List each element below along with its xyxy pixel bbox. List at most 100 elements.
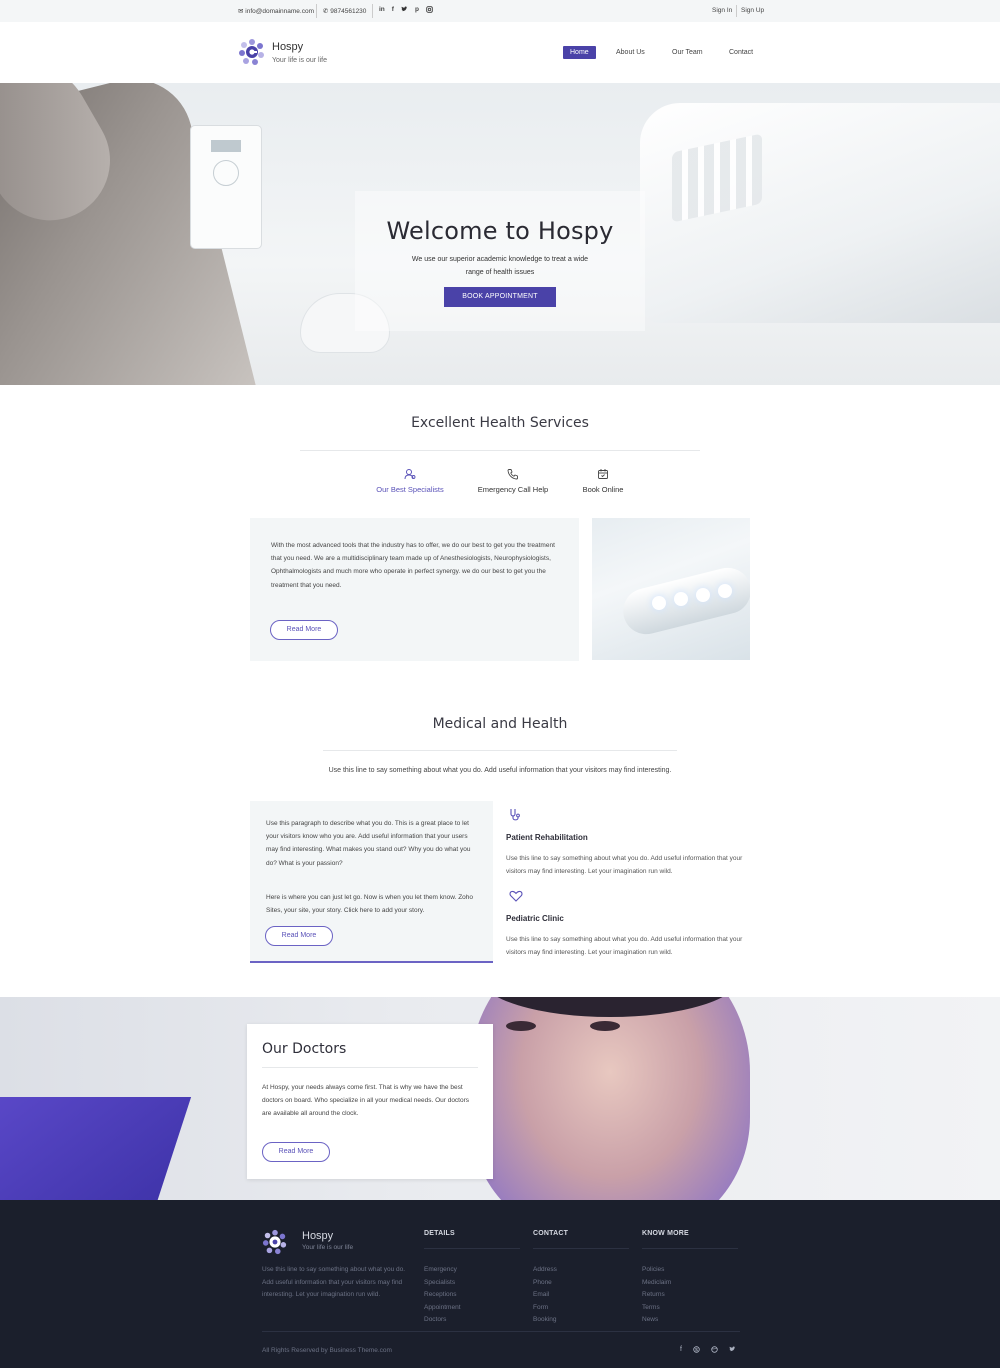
footer-link[interactable]: Appointment bbox=[424, 1302, 461, 1315]
divider bbox=[262, 1331, 740, 1332]
lamp-bulb-graphic bbox=[674, 592, 688, 606]
dental-lamp-image bbox=[592, 518, 750, 660]
facebook-icon[interactable]: f bbox=[680, 1346, 682, 1355]
facebook-icon[interactable]: f bbox=[392, 6, 394, 15]
footer-list-details: Emergency Specialists Receptions Appoint… bbox=[424, 1264, 461, 1327]
tab-emergency-call-help[interactable]: Emergency Call Help bbox=[468, 468, 558, 494]
footer-heading-contact: CONTACT bbox=[533, 1230, 569, 1237]
book-appointment-button[interactable]: BOOK APPOINTMENT bbox=[444, 287, 556, 307]
footer-link[interactable]: Receptions bbox=[424, 1289, 461, 1302]
footer-heading-know-more: KNOW MORE bbox=[642, 1230, 689, 1237]
brand-name[interactable]: Hospy bbox=[272, 41, 303, 53]
sign-in-link[interactable]: Sign In bbox=[712, 7, 732, 14]
footer-link[interactable]: Doctors bbox=[424, 1314, 461, 1327]
footer-brand-name: Hospy bbox=[302, 1230, 334, 1242]
footer-link[interactable]: Email bbox=[533, 1289, 557, 1302]
medical-paragraph-2: Here is where you can just let go. Now i… bbox=[266, 894, 474, 915]
footer-link[interactable]: Form bbox=[533, 1302, 557, 1315]
footer-link[interactable]: Phone bbox=[533, 1277, 557, 1290]
divider bbox=[642, 1248, 738, 1249]
divider bbox=[533, 1248, 629, 1249]
linkedin-icon[interactable]: in bbox=[379, 6, 385, 15]
divider bbox=[372, 4, 373, 18]
footer-link[interactable]: Address bbox=[533, 1264, 557, 1277]
footer-link[interactable]: Terms bbox=[642, 1302, 671, 1315]
device-screen-graphic bbox=[211, 140, 241, 152]
doctors-title: Our Doctors bbox=[262, 1041, 347, 1057]
tab-label: Our Best Specialists bbox=[376, 485, 444, 494]
medical-subtitle: Use this line to say something about wha… bbox=[328, 767, 672, 774]
phone-icon bbox=[507, 469, 518, 480]
footer-list-contact: Address Phone Email Form Booking bbox=[533, 1264, 557, 1327]
footer-logo-icon[interactable] bbox=[262, 1229, 288, 1255]
footer-link[interactable]: Policies bbox=[642, 1264, 671, 1277]
logo-icon[interactable] bbox=[238, 38, 266, 66]
panel-accent-bar bbox=[250, 961, 493, 963]
skype-icon[interactable] bbox=[693, 1346, 700, 1355]
footer-link[interactable]: Mediclaim bbox=[642, 1277, 671, 1290]
divider bbox=[316, 4, 317, 18]
specialist-icon bbox=[404, 469, 416, 480]
footer-link[interactable]: News bbox=[642, 1314, 671, 1327]
services-description: With the most advanced tools that the in… bbox=[271, 542, 555, 589]
nav-our-team[interactable]: Our Team bbox=[672, 46, 703, 59]
nav-home[interactable]: Home bbox=[563, 46, 596, 59]
doctor-eye-graphic bbox=[506, 1021, 536, 1031]
brand-tagline: Your life is our life bbox=[272, 57, 327, 64]
email-link[interactable]: ✉ info@domainname.com bbox=[238, 7, 314, 15]
laptop-graphic bbox=[0, 1097, 192, 1200]
dribbble-icon[interactable] bbox=[711, 1346, 718, 1355]
services-read-more-button[interactable]: Read More bbox=[270, 620, 338, 640]
tab-label: Emergency Call Help bbox=[477, 485, 549, 494]
twitter-icon[interactable] bbox=[729, 1346, 736, 1355]
instagram-icon[interactable] bbox=[426, 6, 433, 15]
phone-text: 9874561230 bbox=[330, 8, 367, 15]
lamp-bulb-graphic bbox=[696, 588, 710, 602]
divider bbox=[323, 750, 677, 751]
footer-link[interactable]: Booking bbox=[533, 1314, 557, 1327]
calendar-icon bbox=[598, 469, 608, 479]
nav-contact[interactable]: Contact bbox=[729, 46, 753, 59]
stethoscope-icon bbox=[510, 809, 520, 821]
footer-heading-details: DETAILS bbox=[424, 1230, 455, 1237]
divider bbox=[300, 450, 700, 451]
footer-list-know-more: Policies Mediclaim Returns Terms News bbox=[642, 1264, 671, 1327]
hero-banner: Welcome to Hospy We use our superior aca… bbox=[0, 83, 1000, 385]
tab-our-best-specialists[interactable]: Our Best Specialists bbox=[365, 468, 455, 494]
divider bbox=[262, 1067, 478, 1068]
hero-title: Welcome to Hospy bbox=[386, 217, 614, 245]
feature-title: Patient Rehabilitation bbox=[506, 833, 588, 842]
hero-subtitle: We use our superior academic knowledge t… bbox=[411, 256, 589, 276]
footer-description: Use this line to say something about wha… bbox=[262, 1266, 406, 1298]
twitter-icon[interactable] bbox=[401, 6, 408, 15]
copyright-text: All Rights Reserved by Business Theme.co… bbox=[262, 1347, 392, 1354]
doctor-eye-graphic bbox=[590, 1021, 620, 1031]
sign-up-link[interactable]: Sign Up bbox=[741, 7, 764, 14]
footer-link[interactable]: Returns bbox=[642, 1289, 671, 1302]
doctors-read-more-button[interactable]: Read More bbox=[262, 1142, 330, 1162]
tab-label: Book Online bbox=[582, 485, 624, 494]
feature-description: Use this line to say something about wha… bbox=[506, 855, 743, 875]
footer-link[interactable]: Emergency bbox=[424, 1264, 461, 1277]
doctors-banner bbox=[0, 997, 1000, 1200]
device-dial-graphic bbox=[213, 160, 239, 186]
services-title: Excellent Health Services bbox=[411, 415, 589, 431]
doctors-description: At Hospy, your needs always come first. … bbox=[262, 1084, 470, 1118]
divider bbox=[424, 1248, 520, 1249]
medical-title: Medical and Health bbox=[432, 716, 568, 732]
site-header: Hospy Your life is our life Home About U… bbox=[0, 22, 1000, 83]
tab-book-online[interactable]: Book Online bbox=[558, 468, 648, 494]
footer-social-links: f bbox=[680, 1346, 736, 1355]
medical-read-more-button[interactable]: Read More bbox=[265, 926, 333, 946]
footer-link[interactable]: Specialists bbox=[424, 1277, 461, 1290]
pinterest-icon[interactable]: p bbox=[415, 6, 419, 15]
lamp-bulb-graphic bbox=[652, 596, 666, 610]
top-bar: ✉ info@domainname.com ✆ 9874561230 in f … bbox=[0, 0, 1000, 22]
nav-about-us[interactable]: About Us bbox=[616, 46, 645, 59]
email-text: info@domainname.com bbox=[245, 8, 315, 15]
phone-link[interactable]: ✆ 9874561230 bbox=[323, 7, 366, 15]
divider bbox=[736, 5, 737, 17]
heart-icon bbox=[509, 890, 523, 902]
lamp-bulb-graphic bbox=[718, 584, 732, 598]
medical-paragraph-1: Use this paragraph to describe what you … bbox=[266, 820, 471, 867]
